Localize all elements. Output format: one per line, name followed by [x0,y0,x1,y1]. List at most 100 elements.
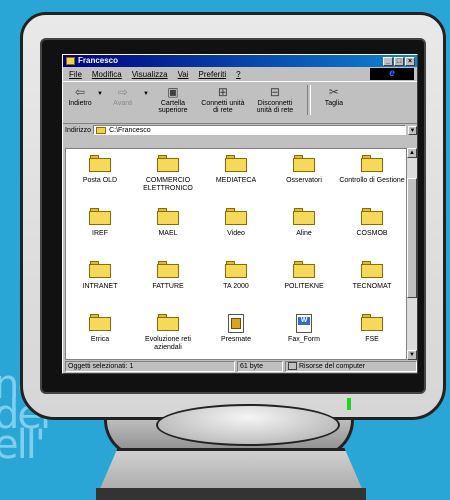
folder-icon [157,261,179,278]
address-bar: Indirizzo C:\Francesco ▼ [63,123,417,136]
folder-item[interactable]: MAEL [134,208,202,261]
menu-help[interactable]: ? [236,70,240,79]
address-dropdown-button[interactable]: ▼ [408,125,417,135]
maximize-button[interactable]: □ [394,56,404,66]
folder-icon [89,314,111,331]
monitor-stand-foot [96,488,366,500]
item-label: Video [227,230,245,237]
folder-icon [66,57,75,65]
scroll-up-button[interactable]: ▲ [407,148,417,158]
status-selected: Oggetti selezionati: 1 [65,361,235,372]
menu-file[interactable]: File [69,70,82,79]
folder-item[interactable]: FSE [338,314,406,367]
folder-item[interactable]: INTRANET [66,261,134,314]
file-item[interactable]: W Fax_Form [270,314,338,367]
window-title: Francesco [78,56,119,65]
address-field[interactable]: C:\Francesco [93,125,406,135]
address-value: C:\Francesco [109,126,151,134]
folder-item[interactable]: Evoluzione reti aziendali [134,314,202,367]
folder-icon [293,261,315,278]
ie-logo-icon: e [370,68,414,80]
forward-button[interactable]: ⇨ Avanti [103,85,143,107]
folder-item[interactable]: Controllo di Gestione [338,155,406,208]
item-label: Controllo di Gestione [339,177,405,184]
cut-label: Taglia [324,100,344,107]
back-label: Indietro [68,100,92,107]
folder-item[interactable]: Aline [270,208,338,261]
folder-icon [157,155,179,172]
minimize-button[interactable]: _ [383,56,393,66]
item-label: Evoluzione reti aziendali [145,336,191,351]
back-arrow-icon: ⇦ [74,85,86,99]
item-label: Osservatori [286,177,322,184]
menu-bar: File Modifica Visualizza Vai Preferiti ?… [63,67,417,81]
cut-button[interactable]: ✂ Taglia [317,85,351,107]
item-label: Fax_Form [288,336,320,343]
menu-modifica[interactable]: Modifica [92,70,122,79]
folder-item[interactable]: MEDIATECA [202,155,270,208]
item-label: IREF [92,230,108,237]
folder-item[interactable]: TA 2000 [202,261,270,314]
folder-icon [225,261,247,278]
folder-item[interactable]: COSMOB [338,208,406,261]
disconnect-drive-button[interactable]: ⊟ Disconnetti unità di rete [249,85,301,114]
folder-icon [361,208,383,225]
folder-icon [293,155,315,172]
folder-item[interactable]: TECNOMAT [338,261,406,314]
file-list: Posta OLD COMMERCIO ELETTRONICO MEDIATECA O… [65,148,407,360]
title-bar[interactable]: Francesco _ □ × [63,55,417,67]
item-label: Posta OLD [82,177,118,184]
computer-icon [288,362,297,371]
map-drive-icon: ⊞ [217,85,228,99]
word-document-icon: W [296,314,312,333]
up-folder-button[interactable]: ▣ Cartella superiore [149,85,197,114]
scroll-thumb[interactable] [407,178,417,298]
forward-label: Avanti [113,100,133,107]
connect-drive-label: Connetti unità di rete [201,100,245,114]
folder-item[interactable]: Video [202,208,270,261]
folder-item[interactable]: IREF [66,208,134,261]
folder-item[interactable]: POLITEKNE [270,261,338,314]
folder-icon [293,208,315,225]
folder-item[interactable]: FATTURE [134,261,202,314]
toolbar-separator [306,85,311,115]
disconnect-drive-icon: ⊟ [269,85,280,99]
menu-visualizza[interactable]: Visualizza [132,70,168,79]
menu-preferiti[interactable]: Preferiti [199,70,227,79]
folder-item[interactable]: Posta OLD [66,155,134,208]
forward-arrow-icon: ⇨ [117,85,128,99]
folder-icon [225,208,247,225]
back-button[interactable]: ⇦ Indietro [63,85,97,107]
folder-item[interactable]: COMMERCIO ELETTRONICO [134,155,202,208]
folder-icon [361,314,383,331]
scissors-icon: ✂ [328,85,339,99]
item-label: Aline [296,230,312,237]
folder-icon [157,314,179,331]
presentation-file-icon [228,314,244,333]
toolbar: ⇦ Indietro ▼ ⇨ Avanti ▼ ▣ Cartella super… [63,81,417,123]
scroll-down-button[interactable]: ▼ [407,350,417,360]
item-label: FATTURE [152,283,184,290]
power-led [347,398,351,410]
folder-icon [361,261,383,278]
item-label: MAEL [158,230,178,237]
item-label: COSMOB [356,230,388,237]
status-location-text: Risorse del computer [299,363,366,370]
up-folder-label: Cartella superiore [158,100,188,114]
folder-icon [89,155,111,172]
vertical-scrollbar[interactable]: ▲ ▼ [407,148,417,360]
connect-drive-button[interactable]: ⊞ Connetti unità di rete [197,85,249,114]
folder-icon [225,155,247,172]
item-label: COMMERCIO ELETTRONICO [143,177,193,192]
item-label: TECNOMAT [352,283,392,290]
folder-icon [96,126,107,134]
folder-item[interactable]: Errica [66,314,134,367]
explorer-window: Francesco _ □ × File Modifica Visualizza… [62,54,418,374]
folder-icon [89,261,111,278]
close-button[interactable]: × [405,56,415,66]
item-label: POLITEKNE [284,283,324,290]
folder-item[interactable]: Osservatori [270,155,338,208]
item-label: MEDIATECA [215,177,257,184]
menu-vai[interactable]: Vai [178,70,189,79]
file-item[interactable]: Presmate [202,314,270,367]
